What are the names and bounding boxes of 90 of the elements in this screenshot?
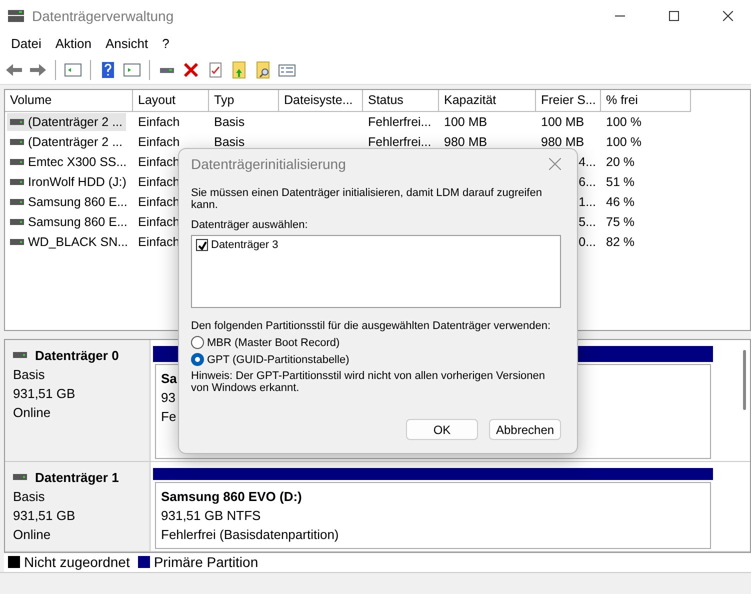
table-cell: Basis (214, 135, 245, 150)
table-cell: Fehlerfrei... (368, 115, 432, 130)
table-cell: 100 MB (541, 115, 584, 130)
table-cell: 980 MB (541, 135, 584, 150)
table-cell: 75 % (606, 215, 634, 230)
ok-button[interactable]: OK (406, 419, 478, 440)
menu-item[interactable]: Aktion (48, 36, 98, 52)
disk-info: 931,51 GB (13, 386, 76, 400)
disk-info: Basis (13, 366, 45, 382)
radio-button[interactable] (191, 336, 204, 349)
checkbox[interactable] (196, 239, 208, 251)
close-icon[interactable] (549, 158, 561, 170)
disk-info: 931,51 GB (13, 508, 76, 522)
column-header[interactable]: Dateisyste... (279, 90, 363, 112)
menu-item[interactable]: ? (155, 36, 176, 52)
dialog-title: Datenträgerinitialisierung (191, 156, 346, 172)
table-cell: 100 MB (444, 115, 488, 130)
volume-item[interactable]: WD_BLACK SN... (7, 233, 132, 252)
partition-title: Samsung 860 EVO (D:) (161, 488, 302, 504)
scrollbar[interactable] (743, 350, 746, 410)
table-cell: Basis (214, 115, 245, 130)
column-header[interactable]: Typ (209, 90, 279, 112)
partition-box[interactable]: Samsung 860 EVO (D:) 931,51 GB NTFS Fehlerfrei (Basisdatenpartition) (155, 482, 711, 548)
drive-icon (10, 239, 24, 246)
drive-icon (10, 199, 24, 206)
table-cell: 100 % (606, 135, 642, 150)
table-cell: Einfach (138, 155, 180, 170)
table-cell: Einfach (138, 135, 180, 150)
radio-button[interactable] (191, 353, 204, 366)
table-cell: 46 % (606, 195, 634, 210)
cancel-button[interactable]: Abbrechen (489, 419, 561, 440)
drive-icon (10, 119, 24, 126)
table-cell: Einfach (138, 195, 180, 210)
volume-item[interactable]: Samsung 860 E... (7, 213, 130, 232)
drive-icon (13, 352, 27, 358)
style-label: Den folgenden Partitionsstil für die ausgewählten Datenträger verwenden: (191, 320, 552, 332)
disk-info: Online (13, 526, 51, 542)
checkbox-label[interactable]: Datenträger 3 (211, 239, 278, 251)
partition-title: Sa (161, 370, 177, 386)
menu-item[interactable]: Ansicht (98, 36, 156, 52)
radio-label[interactable]: GPT (GUID-Partitionstabelle) (207, 354, 350, 366)
disk-name: Datenträger 0 (35, 348, 119, 362)
radio-label[interactable]: MBR (Master Boot Record) (207, 336, 340, 348)
drive-icon (10, 159, 24, 166)
table-cell: 20 % (606, 155, 634, 170)
column-header[interactable]: Status (363, 90, 439, 112)
partition-info: Fehlerfrei (Basisdatenpartition) (161, 526, 339, 542)
note-text: Hinweis: Der GPT-Partitionsstil wird nicht von allen vorherigen Versionen von Windows erkannt. (191, 370, 546, 394)
table-cell: 5... (578, 215, 596, 230)
table-cell: 82 % (606, 235, 634, 250)
disk-info: Online (13, 404, 51, 420)
partition-info: Fe (161, 408, 176, 424)
column-header[interactable]: Volume (5, 90, 133, 112)
volume-item[interactable]: (Datenträger 2 ... (7, 133, 126, 152)
table-cell: 980 MB (444, 135, 488, 150)
intro-text: Sie müssen einen Datenträger initialisieren, damit LDM darauf zugreifen kann. (191, 187, 543, 211)
menu-item[interactable]: Datei (4, 36, 48, 52)
drive-icon (10, 219, 24, 226)
table-cell: Einfach (138, 215, 180, 230)
disk-name: Datenträger 1 (35, 470, 119, 484)
table-cell: Einfach (138, 175, 180, 190)
column-header[interactable]: % frei (601, 90, 691, 112)
disk-list[interactable]: Datenträger 3 (191, 235, 561, 308)
partition-info: 931,51 GB NTFS (161, 508, 261, 522)
drive-icon (8, 10, 24, 22)
disk-info: Basis (13, 488, 45, 504)
volume-item[interactable]: (Datenträger 2 ... (7, 113, 126, 132)
volume-item[interactable]: Emtec X300 SS... (7, 153, 130, 172)
table-cell: Einfach (138, 115, 180, 130)
table-cell: 6... (578, 175, 596, 190)
column-header[interactable]: Layout (133, 90, 209, 112)
window-title: Datenträgerverwaltung (32, 8, 175, 24)
column-header[interactable]: Kapazität (439, 90, 536, 112)
legend-label: Nicht zugeordnet (24, 554, 130, 570)
table-cell: 51 % (606, 175, 634, 190)
table-cell: Einfach (138, 235, 180, 250)
volume-item[interactable]: IronWolf HDD (J:) (7, 173, 130, 192)
table-cell: 1... (578, 195, 596, 210)
drive-icon (13, 474, 27, 480)
drive-icon (10, 179, 24, 186)
table-cell: 4... (578, 155, 596, 170)
table-cell: 0... (578, 235, 596, 250)
drive-icon (10, 139, 24, 146)
volume-item[interactable]: Samsung 860 E... (7, 193, 130, 212)
select-label: Datenträger auswählen: (191, 219, 309, 231)
partition-info: 93 (161, 390, 176, 404)
column-header[interactable]: Freier S... (536, 90, 601, 112)
legend-label: Primäre Partition (154, 554, 258, 570)
table-cell: 100 % (606, 115, 642, 130)
table-cell: Fehlerfrei... (368, 135, 432, 150)
